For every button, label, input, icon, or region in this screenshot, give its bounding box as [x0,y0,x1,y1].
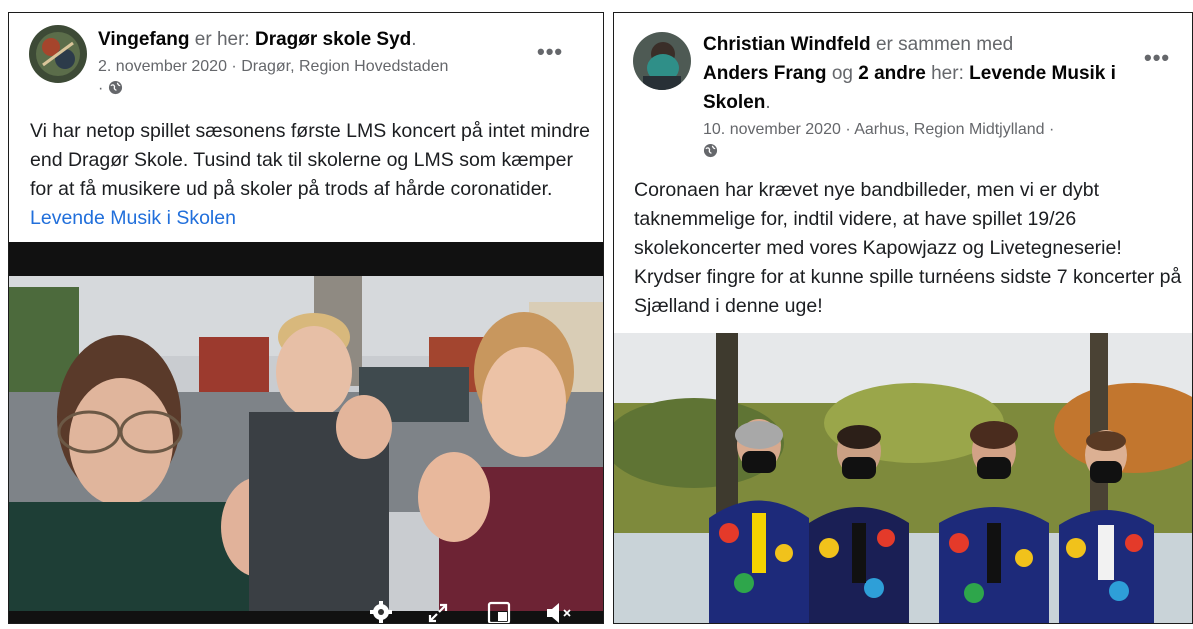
connector-text: er sammen med [875,34,1014,55]
post-header: Christian Windfeld er sammen med Anders … [703,30,1133,117]
tagged-person-link[interactable]: Anders Frang [703,63,827,84]
meta-separator: · [98,80,104,97]
post-header: Vingefang er her: Dragør skole Syd. [98,25,548,54]
video-frame [9,242,603,623]
post-body: Coronaen har krævet nye bandbilleder, me… [634,179,1182,317]
post-photo[interactable] [614,333,1192,623]
post-card-vingefang: Vingefang er her: Dragør skole Syd. ••• … [8,12,604,624]
expand-icon[interactable] [427,602,449,624]
post-text: Vi har netop spillet sæsonens første LMS… [30,117,590,233]
and-text: og [831,63,853,84]
post-text: Coronaen har krævet nye bandbilleder, me… [634,176,1186,321]
post-meta: 2. november 2020 · Dragør, Region Hoveds… [98,56,538,100]
post-meta: 10. november 2020 · Aarhus, Region Midtj… [703,119,1163,163]
post-body: Vi har netop spillet sæsonens første LMS… [30,120,590,200]
post-video[interactable] [9,242,603,624]
avatar[interactable] [633,32,691,90]
connector-text: er her: [194,29,250,50]
miniplayer-icon[interactable] [487,601,511,624]
globe-icon [108,80,122,95]
author-name[interactable]: Christian Windfeld [703,34,871,55]
hashtag-link[interactable]: Levende Musik i Skolen [30,207,236,229]
band-photo [614,333,1192,623]
more-options-icon[interactable]: ••• [537,41,563,63]
others-link[interactable]: 2 andre [858,63,926,84]
place-suffix: . [765,92,771,113]
avatar[interactable] [29,25,87,83]
more-options-icon[interactable]: ••• [1144,47,1170,69]
post-card-christian-windfeld: Christian Windfeld er sammen med Anders … [613,12,1193,624]
date-location[interactable]: 10. november 2020 · Aarhus, Region Midtj… [703,121,1054,138]
here-text: her: [931,63,964,84]
volume-muted-icon[interactable] [545,602,575,624]
globe-icon [703,143,718,158]
author-name[interactable]: Vingefang [98,29,190,50]
settings-icon[interactable] [369,600,393,624]
place-link[interactable]: Dragør skole Syd [255,29,411,50]
place-suffix: . [411,29,417,50]
date-location[interactable]: 2. november 2020 · Dragør, Region Hoveds… [98,58,448,75]
